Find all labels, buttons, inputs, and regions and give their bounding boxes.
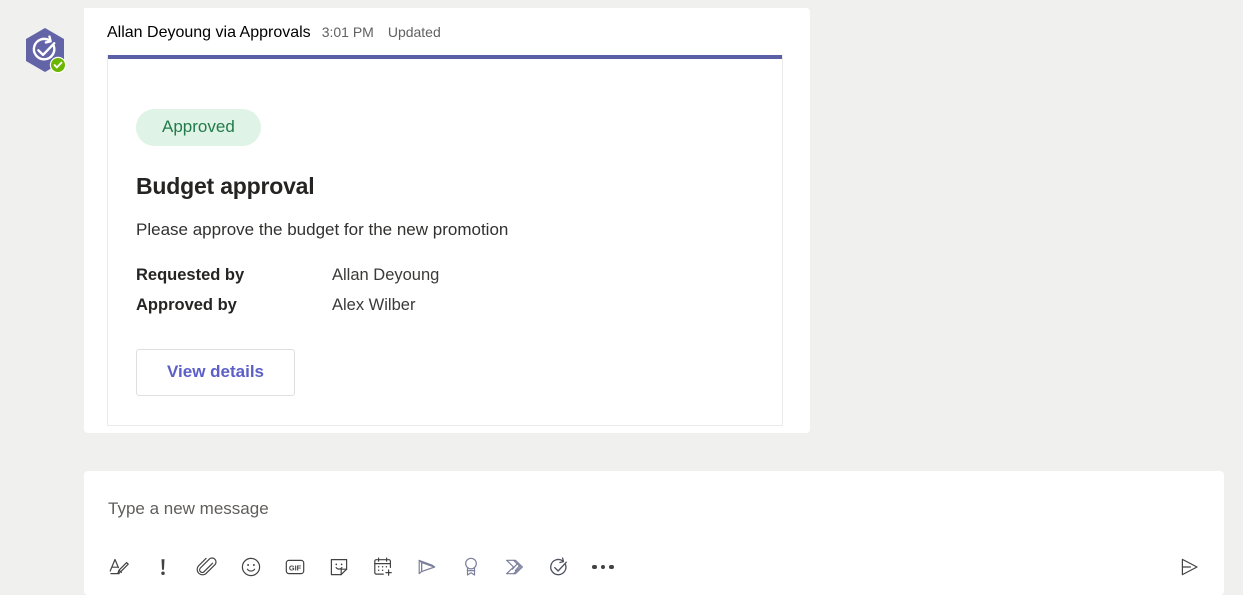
praise-icon[interactable] [452,548,490,586]
stream-icon[interactable] [408,548,446,586]
card-accent-bar [108,55,782,59]
meeting-icon[interactable] [364,548,402,586]
send-icon[interactable] [1170,548,1208,586]
more-options-icon[interactable] [584,548,622,586]
attach-icon[interactable] [188,548,226,586]
fact-row: Requested by Allan Deyoung [136,262,439,292]
emoji-icon[interactable] [232,548,270,586]
facts-table: Requested by Allan Deyoung Approved by A… [136,262,439,321]
message-bubble: Allan Deyoung via Approvals 3:01 PM Upda… [84,8,810,433]
status-badge: Approved [136,109,261,146]
message-row: Allan Deyoung via Approvals 3:01 PM Upda… [0,0,1243,450]
view-details-button[interactable]: View details [136,349,296,397]
sticker-icon[interactable] [320,548,358,586]
message-timestamp: 3:01 PM [321,24,374,40]
sender-name: Allan Deyoung via Approvals [107,24,311,41]
message-composer[interactable] [84,471,1224,539]
card-title: Budget approval [136,173,315,199]
format-icon[interactable] [100,548,138,586]
approval-card: Approved Budget approval Please approve … [107,55,783,426]
message-status: Updated [387,24,441,40]
fact-value: Allan Deyoung [332,266,440,284]
power-automate-icon[interactable] [496,548,534,586]
importance-icon[interactable] [144,548,182,586]
message-header: Allan Deyoung via Approvals 3:01 PM Upda… [107,24,441,42]
card-description: Please approve the budget for the new pr… [136,220,509,239]
message-input[interactable] [108,499,908,519]
avatar [21,26,69,78]
card-body: Approved Budget approval Please approve … [136,109,762,397]
approvals-app-icon [26,28,67,74]
composer-toolbar: GIF [84,539,1224,595]
svg-text:GIF: GIF [289,563,302,572]
gif-icon[interactable]: GIF [276,548,314,586]
fact-label: Requested by [136,266,245,284]
fact-row: Approved by Alex Wilber [136,292,439,322]
fact-label: Approved by [136,295,237,314]
more-options-dots [592,564,614,570]
fact-value: Alex Wilber [332,295,416,314]
approvals-icon[interactable] [540,548,578,586]
